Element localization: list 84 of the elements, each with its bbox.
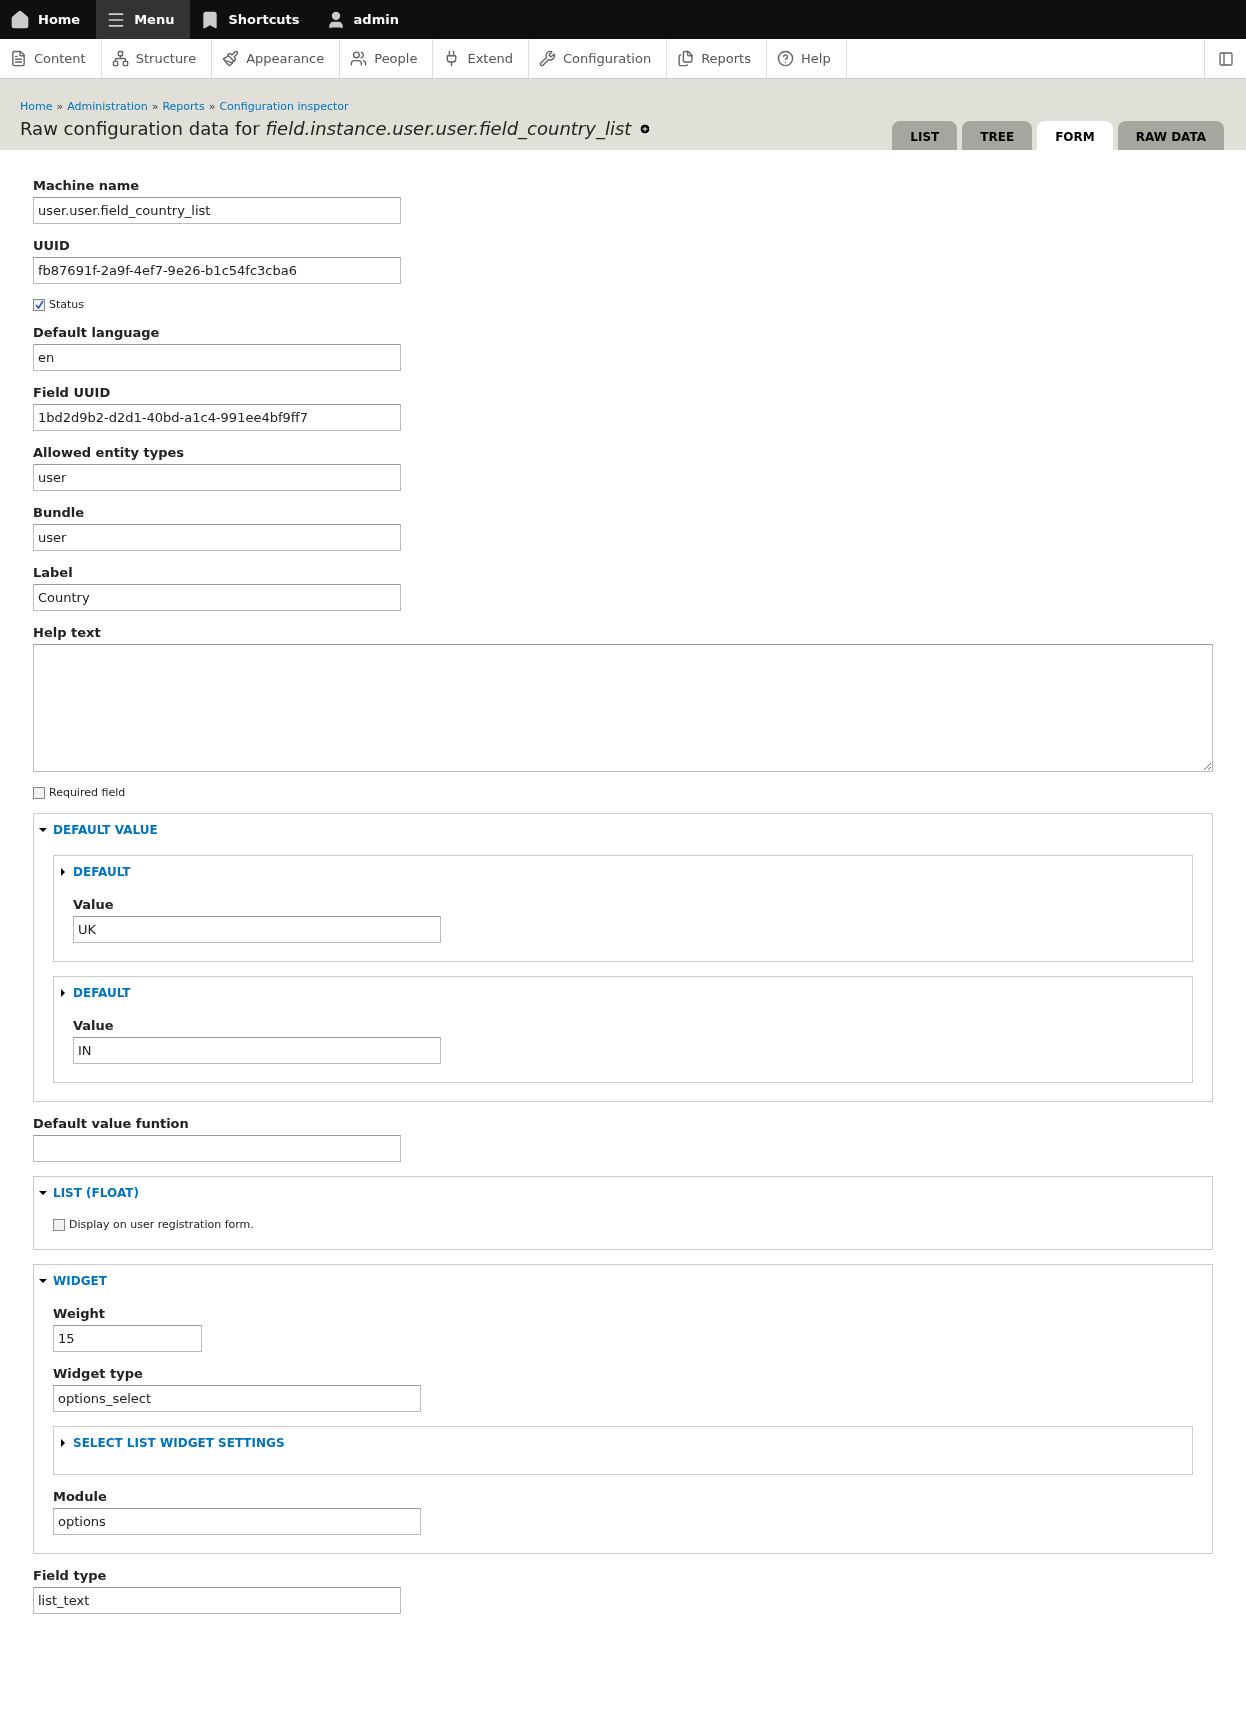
tab[interactable]: LIST xyxy=(892,121,958,150)
tab[interactable]: RAW DATA xyxy=(1117,121,1224,150)
breadcrumb-separator: » xyxy=(151,100,159,113)
input-field[interactable]: IN xyxy=(73,1037,441,1064)
admin-menu-link[interactable]: Content xyxy=(0,39,102,78)
field-label: Value xyxy=(73,1018,115,1033)
people-icon xyxy=(350,50,368,67)
fieldset-toggle[interactable]: DEFAULT VALUE xyxy=(39,814,1207,855)
breadcrumb-link[interactable]: Configuration inspector xyxy=(219,100,349,113)
fieldset-toggle[interactable]: WIDGET xyxy=(39,1265,1207,1306)
textarea-field[interactable] xyxy=(33,644,1213,772)
toolbar-tab[interactable]: admin xyxy=(315,0,415,39)
checkbox[interactable] xyxy=(33,786,45,799)
checkbox-label: Display on user registration form. xyxy=(69,1218,254,1231)
panel-icon xyxy=(1217,50,1234,67)
field-label: Value xyxy=(73,897,115,912)
breadcrumb-link[interactable]: Administration xyxy=(67,100,148,113)
wrench-icon xyxy=(538,50,556,67)
sidebar-toggle-button[interactable] xyxy=(1204,39,1246,78)
breadcrumb-separator: » xyxy=(208,100,216,113)
tab[interactable]: FORM xyxy=(1037,121,1113,150)
field-label: Module xyxy=(53,1489,108,1504)
caret-down-icon xyxy=(39,826,47,834)
paintbrush-icon xyxy=(222,50,240,67)
admin-menu-link[interactable]: Configuration xyxy=(528,39,668,78)
fieldset-toggle[interactable]: DEFAULT xyxy=(59,856,1187,897)
field-label: UUID xyxy=(33,238,71,253)
input-field[interactable]: en xyxy=(33,344,401,371)
input-field[interactable]: user.user.field_country_list xyxy=(33,197,401,224)
toolbar-tab[interactable]: Home xyxy=(0,0,97,39)
admin-menu-link[interactable]: Help xyxy=(767,39,847,78)
caret-right-icon xyxy=(59,1439,67,1447)
field-label: Weight xyxy=(53,1306,106,1321)
breadcrumb-link[interactable]: Reports xyxy=(162,100,205,113)
field-label: Bundle xyxy=(33,505,85,520)
toolbar-tab[interactable]: Shortcuts xyxy=(190,0,316,39)
check-icon xyxy=(34,300,44,309)
admin-menu-link[interactable]: Extend xyxy=(433,39,529,78)
breadcrumb-link[interactable]: Home xyxy=(20,100,53,113)
toolbar-tab[interactable]: Menu xyxy=(96,0,191,39)
admin-menu-link[interactable]: Appearance xyxy=(212,39,341,78)
field-label: Widget type xyxy=(53,1366,144,1381)
field-label: Field UUID xyxy=(33,385,112,400)
caret-down-icon xyxy=(39,1189,47,1197)
breadcrumb-separator: » xyxy=(56,100,64,113)
field-label: Field type xyxy=(33,1568,108,1583)
page-title: Raw configuration data for field.instance.user.user.field_country_list xyxy=(20,118,632,139)
input-field[interactable]: fb87691f-2a9f-4ef7-9e26-b1c54fc3cba6 xyxy=(33,257,401,284)
caret-right-icon xyxy=(59,868,67,876)
plus-icon[interactable] xyxy=(639,122,652,135)
field-label: Help text xyxy=(33,625,102,640)
field-label: Label xyxy=(33,565,74,580)
input-field[interactable]: Country xyxy=(33,584,401,611)
checkbox-label: Status xyxy=(49,298,85,311)
documents-icon xyxy=(677,50,695,67)
input-field[interactable]: user xyxy=(33,464,401,491)
checkbox[interactable] xyxy=(53,1218,65,1231)
fieldset-toggle[interactable]: SELECT LIST WIDGET SETTINGS xyxy=(59,1427,1187,1456)
input-field[interactable]: 15 xyxy=(53,1325,202,1352)
checkbox-label: Required field xyxy=(49,786,126,799)
home-icon xyxy=(10,9,30,30)
field-label: Allowed entity types xyxy=(33,445,186,460)
admin-menu-link[interactable]: Structure xyxy=(101,39,213,78)
sitemap-icon xyxy=(111,50,129,67)
input-field[interactable]: list_text xyxy=(33,1587,401,1614)
caret-right-icon xyxy=(59,989,67,997)
input-field[interactable] xyxy=(33,1135,401,1162)
field-label: Machine name xyxy=(33,178,141,193)
fieldset-toggle[interactable]: LIST (FLOAT) xyxy=(39,1177,1207,1218)
input-field[interactable]: user xyxy=(33,524,401,551)
fieldset-toggle[interactable]: DEFAULT xyxy=(59,977,1187,1018)
help-icon xyxy=(777,50,794,67)
field-label: Default value funtion xyxy=(33,1116,190,1131)
field-label: Default language xyxy=(33,325,161,340)
input-field[interactable]: 1bd2d9b2-d2d1-40bd-a1c4-991ee4bf9ff7 xyxy=(33,404,401,431)
admin-menu-link[interactable]: Reports xyxy=(667,39,767,78)
input-field[interactable]: options xyxy=(53,1508,421,1535)
input-field[interactable]: UK xyxy=(73,916,441,943)
caret-down-icon xyxy=(39,1277,47,1285)
checkbox[interactable] xyxy=(33,298,45,311)
admin-menu-link[interactable]: People xyxy=(340,39,434,78)
tab[interactable]: TREE xyxy=(962,121,1033,150)
document-icon xyxy=(10,50,27,67)
input-field[interactable]: options_select xyxy=(53,1385,421,1412)
